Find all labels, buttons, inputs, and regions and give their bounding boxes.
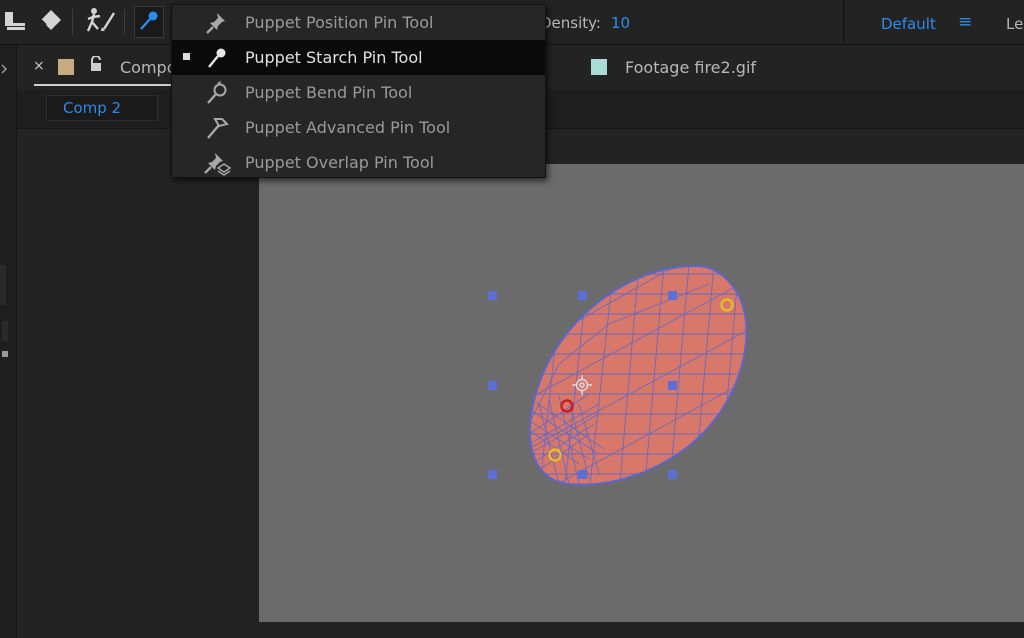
stamp-tool-button[interactable]	[0, 6, 30, 38]
menu-item-starch-pin[interactable]: Puppet Starch Pin Tool	[172, 40, 545, 75]
menu-item-label: Puppet Position Pin Tool	[245, 13, 434, 32]
density-value[interactable]: 10	[611, 14, 630, 32]
comp-color-swatch	[58, 59, 74, 75]
density-label: Density:	[540, 14, 601, 32]
puppet-tool-button[interactable]	[134, 6, 164, 38]
footage-color-swatch	[591, 59, 607, 75]
menu-item-bend-pin[interactable]: Puppet Bend Pin Tool	[172, 75, 545, 110]
menu-item-label: Puppet Starch Pin Tool	[245, 48, 423, 67]
roto-brush-tool-button[interactable]	[86, 6, 116, 38]
selected-indicator	[183, 53, 190, 60]
footage-tab[interactable]: Footage fire2.gif	[625, 58, 756, 77]
lock-open-icon[interactable]	[89, 55, 103, 76]
advanced-pin-icon	[203, 114, 231, 142]
handle-top-right	[668, 291, 677, 300]
workspace-menu-icon[interactable]: ≡	[958, 12, 972, 32]
handle-middle-right	[668, 381, 677, 390]
eraser-icon	[37, 8, 63, 36]
starch-pin-icon	[203, 44, 231, 72]
handle-bottom-left	[488, 470, 497, 479]
pushpin-icon	[203, 9, 231, 37]
menu-item-position-pin[interactable]: Puppet Position Pin Tool	[172, 5, 545, 40]
handle-bottom-right	[668, 470, 677, 479]
overlap-pin-icon	[203, 149, 232, 177]
composition-tab[interactable]: Compo	[120, 58, 177, 77]
handle-middle-left	[488, 381, 497, 390]
menu-item-label: Puppet Bend Pin Tool	[245, 83, 413, 102]
menu-item-overlap-pin[interactable]: Puppet Overlap Pin Tool	[172, 145, 545, 180]
puppet-tool-menu: Puppet Position Pin Tool Puppet Starch P…	[171, 4, 546, 178]
handle-top-center	[578, 291, 587, 300]
menu-item-label: Puppet Advanced Pin Tool	[245, 118, 451, 137]
workspace-next[interactable]: Le	[1006, 15, 1023, 33]
puppet-pin-icon	[138, 9, 160, 35]
eraser-tool-button[interactable]	[35, 6, 65, 38]
workspace-default[interactable]: Default	[881, 15, 936, 33]
composition-canvas[interactable]	[259, 164, 1024, 622]
bend-pin-icon	[203, 79, 231, 107]
left-panel-strip	[0, 45, 17, 638]
handle-top-left	[488, 291, 497, 300]
stamp-icon	[3, 8, 27, 36]
menu-item-label: Puppet Overlap Pin Tool	[245, 153, 435, 172]
puppet-mesh-layer[interactable]	[259, 164, 1024, 622]
roto-brush-icon	[86, 7, 116, 37]
menu-item-advanced-pin[interactable]: Puppet Advanced Pin Tool	[172, 110, 545, 145]
active-tab-indicator	[34, 84, 184, 86]
comp-2-chip[interactable]: Comp 2	[46, 95, 158, 121]
handle-bottom-center	[578, 470, 587, 479]
tab-close-icon[interactable]: ×	[33, 58, 45, 74]
